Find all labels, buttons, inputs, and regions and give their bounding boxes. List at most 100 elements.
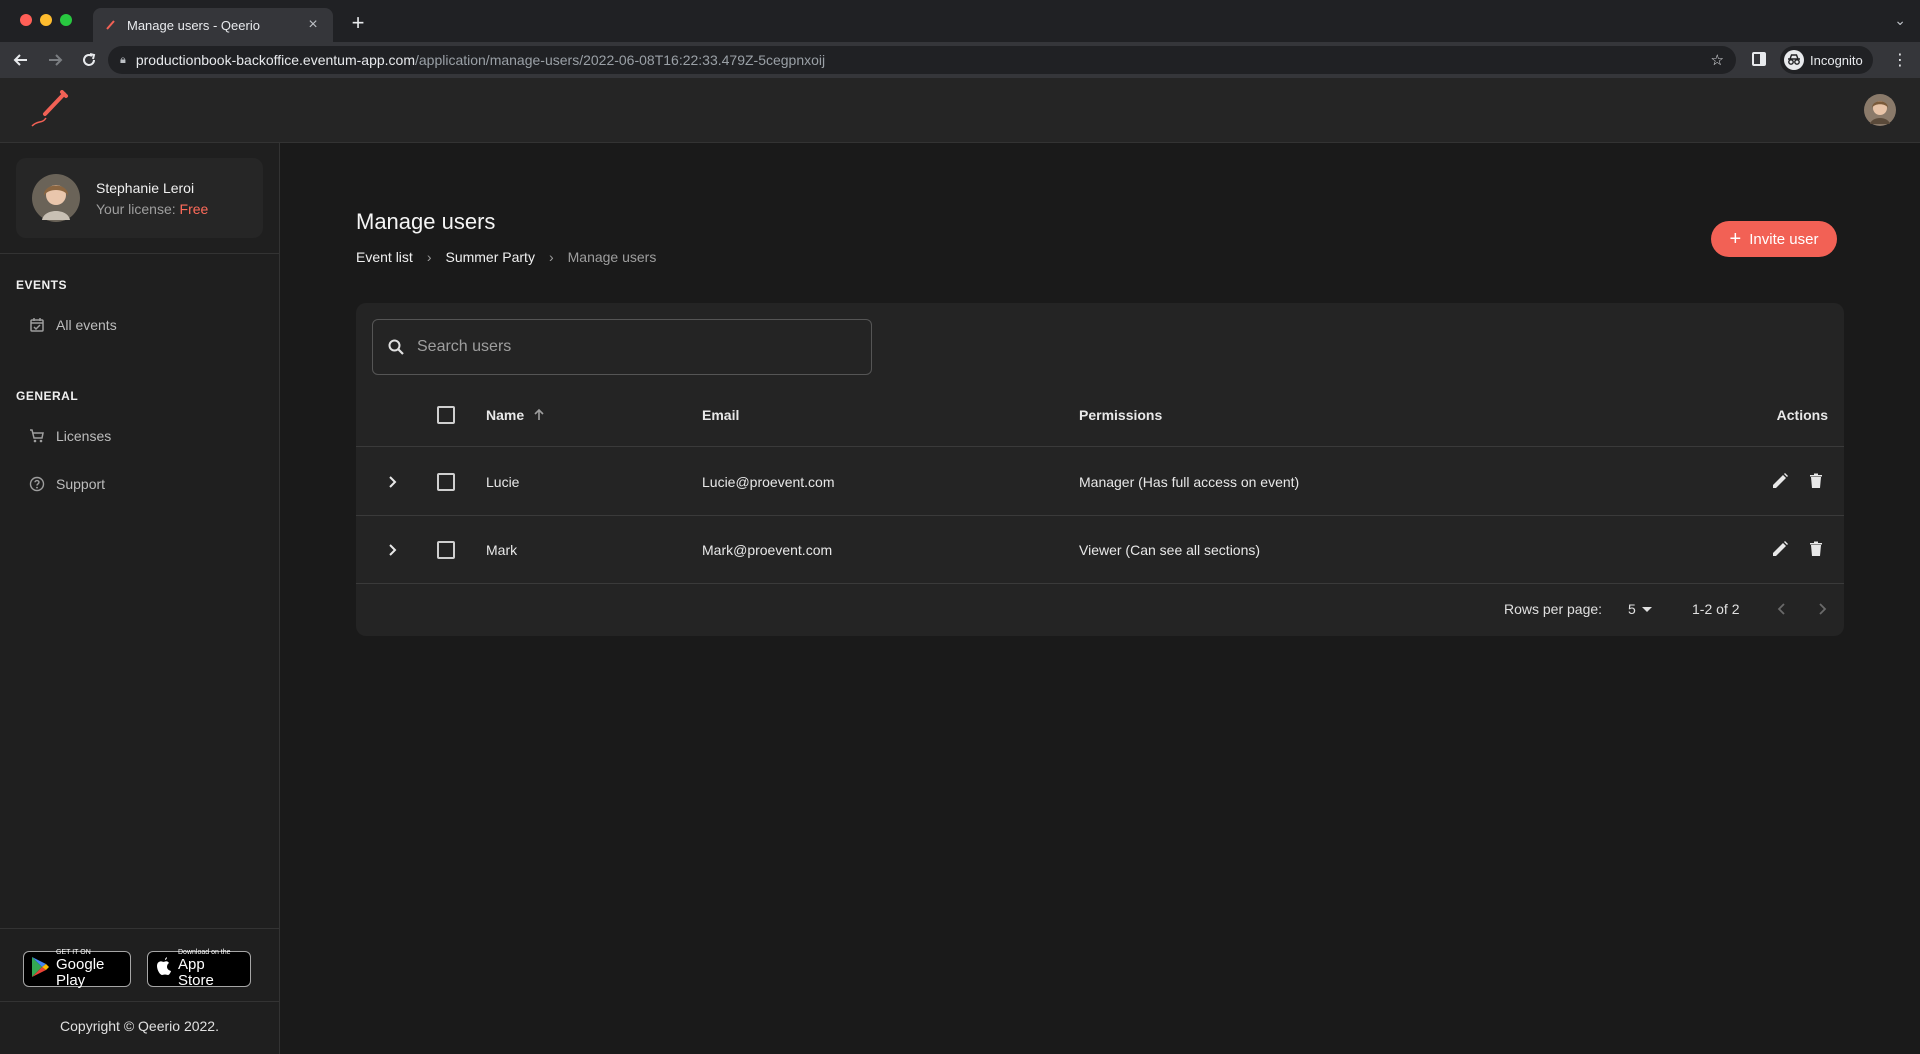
row-checkbox[interactable]: [437, 473, 455, 491]
rows-per-page-label: Rows per page:: [1504, 601, 1603, 617]
lock-icon: 🔒︎: [120, 53, 126, 66]
sidebar-item-label: All events: [56, 317, 117, 333]
row-checkbox[interactable]: [437, 541, 455, 559]
reload-icon[interactable]: [76, 47, 102, 73]
select-all-checkbox[interactable]: [437, 406, 455, 424]
url-path: /application/manage-users/2022-06-08T16:…: [414, 52, 826, 68]
copyright: Copyright © Qeerio 2022.: [60, 1018, 219, 1034]
profile-avatar-icon: [32, 174, 80, 222]
profile-license: Your license: Free: [96, 201, 208, 217]
app-store-text: Download on the App Store: [178, 949, 244, 989]
new-tab-plus-icon[interactable]: +: [346, 10, 370, 36]
side-panel-icon[interactable]: [1752, 52, 1766, 66]
window-minimize-button[interactable]: [40, 14, 52, 26]
qeerio-logo[interactable]: [28, 90, 72, 130]
table-header: Name Email Permissions Actions: [356, 383, 1844, 447]
sidebar-item-support[interactable]: Support: [28, 472, 105, 496]
back-arrow-icon[interactable]: [8, 47, 34, 73]
cart-icon: [28, 427, 46, 445]
edit-pencil-icon[interactable]: [1770, 471, 1790, 491]
search-icon: [387, 338, 405, 356]
sidebar-item-licenses[interactable]: Licenses: [28, 424, 111, 448]
previous-page-chevron-icon[interactable]: [1770, 597, 1794, 621]
chevron-right-icon: ›: [548, 249, 554, 265]
section-title-events: EVENTS: [16, 278, 68, 292]
breadcrumb-event-list[interactable]: Event list: [356, 249, 413, 265]
tab-search-chevron-icon[interactable]: ⌄: [1894, 12, 1906, 29]
rows-per-page-select[interactable]: 5: [1628, 601, 1652, 617]
window-close-button[interactable]: [20, 14, 32, 26]
users-table-card: Name Email Permissions Actions Lucie Luc…: [356, 303, 1844, 636]
cell-name: Lucie: [486, 474, 520, 490]
window-maximize-button[interactable]: [60, 14, 72, 26]
cell-email: Mark@proevent.com: [702, 542, 833, 558]
address-bar[interactable]: 🔒︎ productionbook-backoffice.eventum-app…: [108, 46, 1736, 74]
plus-icon: +: [1729, 228, 1742, 250]
search-input[interactable]: [417, 338, 857, 356]
expand-row-chevron-icon[interactable]: [382, 540, 402, 560]
license-label: Your license:: [96, 201, 176, 217]
column-header-name[interactable]: Name: [486, 383, 546, 447]
section-title-general: GENERAL: [16, 389, 79, 403]
breadcrumb-summer-party[interactable]: Summer Party: [445, 249, 534, 265]
calendar-check-icon: [28, 316, 46, 334]
delete-trash-icon[interactable]: [1806, 539, 1826, 559]
google-play-text: GET IT ON Google Play: [56, 949, 124, 989]
breadcrumb-current: Manage users: [567, 249, 657, 265]
sidebar-item-label: Support: [56, 476, 106, 492]
browser-toolbar: 🔒︎ productionbook-backoffice.eventum-app…: [0, 42, 1920, 78]
help-circle-icon: [28, 475, 46, 493]
pencil-favicon-icon: [105, 18, 119, 32]
table-row[interactable]: Lucie Lucie@proevent.com Manager (Has fu…: [356, 448, 1844, 516]
user-avatar-icon[interactable]: [1864, 94, 1896, 126]
url-host: productionbook-backoffice.eventum-app.co…: [135, 52, 415, 68]
browser-tab-bar: Manage users - Qeerio × + ⌄: [0, 0, 1920, 42]
profile-card[interactable]: Stephanie Leroi Your license: Free: [16, 158, 263, 238]
license-value: Free: [179, 201, 209, 217]
column-header-permissions[interactable]: Permissions: [1079, 383, 1162, 447]
google-play-icon: [30, 956, 50, 983]
breadcrumb: Event list › Summer Party › Manage users: [356, 249, 656, 265]
profile-name: Stephanie Leroi: [96, 180, 195, 196]
caret-down-icon: [1641, 606, 1652, 612]
browser-menu-icon[interactable]: ⋮: [1892, 50, 1908, 70]
incognito-label: Incognito: [1810, 52, 1863, 68]
sort-arrow-up-icon: [532, 408, 546, 422]
forward-arrow-icon[interactable]: [42, 47, 68, 73]
browser-tab[interactable]: Manage users - Qeerio ×: [93, 8, 333, 42]
column-header-actions: Actions: [1776, 407, 1828, 423]
invite-user-label: Invite user: [1749, 230, 1819, 248]
edit-pencil-icon[interactable]: [1770, 539, 1790, 559]
bookmark-star-icon[interactable]: ☆: [1711, 51, 1724, 69]
incognito-indicator[interactable]: Incognito: [1780, 46, 1873, 74]
cell-email: Lucie@proevent.com: [702, 474, 835, 490]
google-play-big: Google Play: [56, 956, 105, 989]
apple-logo-icon: [154, 956, 172, 982]
sidebar: Stephanie Leroi Your license: Free EVENT…: [0, 143, 280, 1054]
pagination-range: 1-2 of 2: [1692, 601, 1740, 617]
rows-per-page-value: 5: [1628, 601, 1636, 617]
cell-name: Mark: [486, 542, 518, 558]
column-header-email[interactable]: Email: [702, 383, 739, 447]
app-header: [0, 78, 1920, 143]
app-store-big: App Store: [178, 956, 214, 989]
sidebar-item-label: Licenses: [56, 428, 112, 444]
tab-close-icon[interactable]: ×: [305, 16, 321, 34]
delete-trash-icon[interactable]: [1806, 471, 1826, 491]
google-play-badge[interactable]: GET IT ON Google Play: [23, 949, 131, 989]
sidebar-item-all-events[interactable]: All events: [28, 313, 117, 337]
next-page-chevron-icon[interactable]: [1810, 597, 1834, 621]
cell-permissions: Viewer (Can see all sections): [1079, 542, 1261, 558]
search-field[interactable]: [372, 319, 872, 375]
sidebar-divider: [0, 253, 279, 254]
table-pagination: Rows per page: 5 1-2 of 2: [356, 583, 1844, 636]
page-title: Manage users: [356, 209, 496, 234]
invite-user-button[interactable]: + Invite user: [1711, 221, 1837, 257]
expand-row-chevron-icon[interactable]: [382, 472, 402, 492]
app-store-badge[interactable]: Download on the App Store: [147, 949, 251, 989]
column-name-label: Name: [486, 407, 525, 423]
sidebar-divider: [0, 928, 279, 929]
incognito-icon: [1784, 50, 1804, 70]
table-row[interactable]: Mark Mark@proevent.com Viewer (Can see a…: [356, 516, 1844, 584]
chevron-right-icon: ›: [426, 249, 432, 265]
